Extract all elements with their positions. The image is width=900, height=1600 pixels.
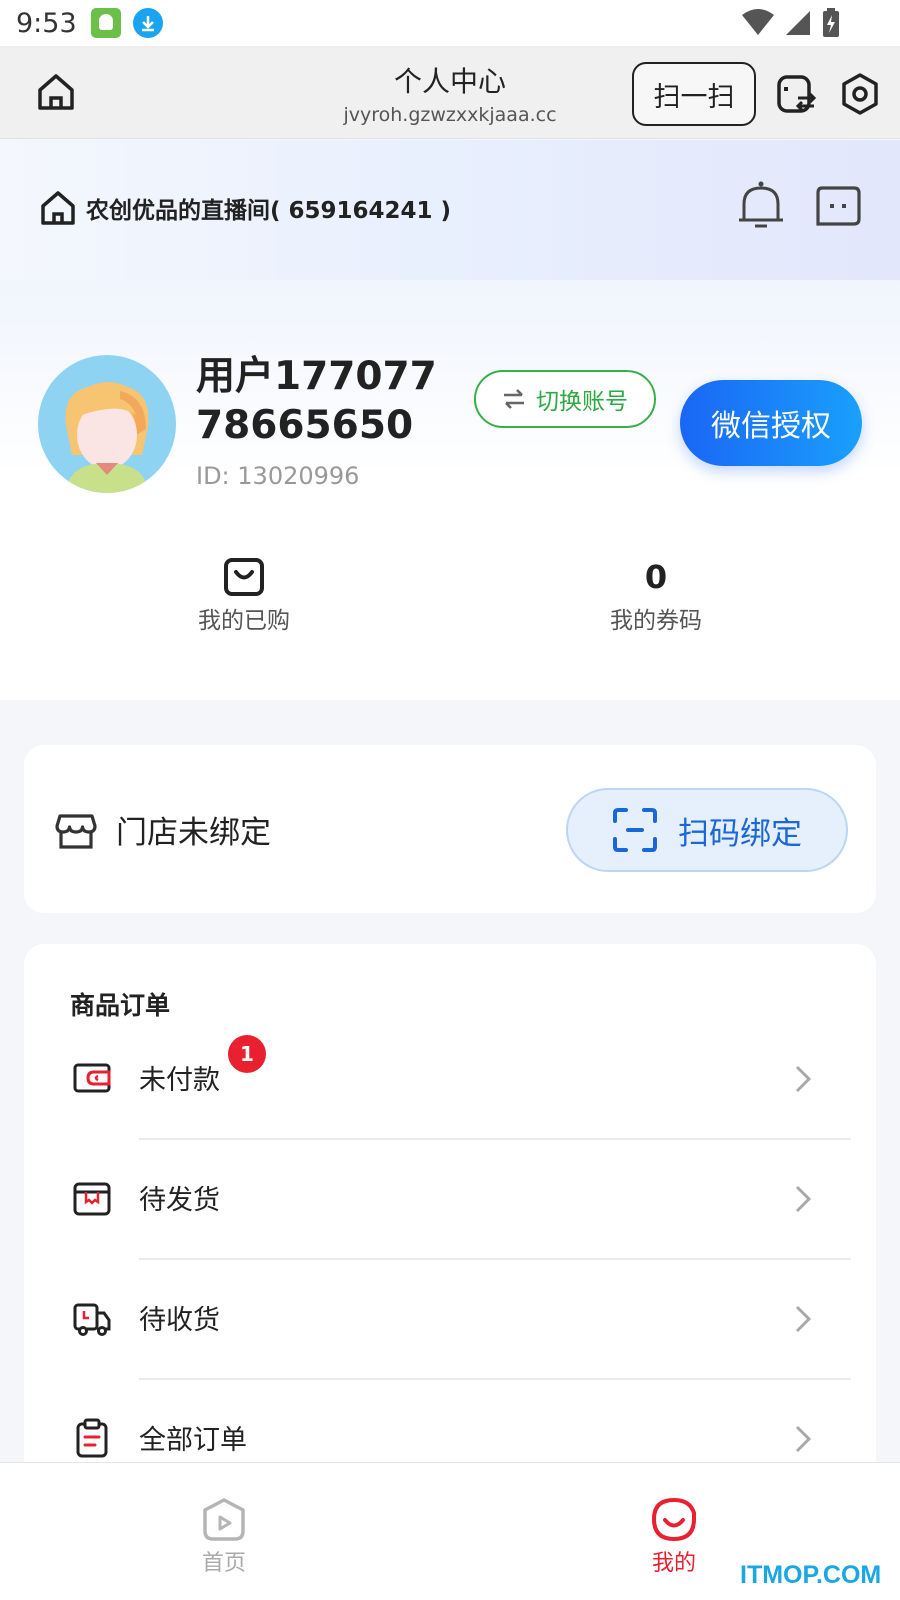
live-room-name: 农创优品的直播间( 659164241 ) — [86, 198, 452, 224]
bell-icon[interactable] — [736, 180, 786, 232]
switch-account-button[interactable]: 切换账号 — [474, 370, 656, 428]
store-binding-card: 门店未绑定 扫码绑定 — [24, 745, 876, 913]
download-icon — [132, 8, 163, 38]
status-time: 9:53 — [16, 7, 77, 39]
avatar[interactable] — [38, 355, 176, 493]
store-status-label: 门店未绑定 — [116, 815, 271, 851]
wechat-auth-button[interactable]: 微信授权 — [680, 380, 862, 466]
switch-app-icon[interactable] — [774, 72, 818, 116]
page-url: jvyroh.gzwzxxkjaaa.cc — [343, 104, 557, 126]
order-row-to-ship[interactable]: 待发货 — [24, 1140, 876, 1260]
shopping-bag-icon — [224, 558, 264, 596]
orders-card: 商品订单 未付款 1 待发货 待收货 全部订单 — [24, 944, 876, 1504]
order-row-unpaid[interactable]: 未付款 1 — [24, 1020, 876, 1140]
play-video-icon — [203, 1498, 245, 1541]
my-coupons-label: 我的券码 — [610, 608, 702, 634]
my-coupons[interactable]: 0 我的券码 — [556, 555, 756, 635]
scan-bind-button[interactable]: 扫码绑定 — [566, 788, 848, 872]
wifi-icon — [742, 9, 774, 35]
my-purchased-label: 我的已购 — [198, 608, 290, 634]
house-icon — [41, 191, 75, 225]
top-nav: 个人中心 jvyroh.gzwzxxkjaaa.cc 扫一扫 — [0, 46, 900, 139]
order-row-label: 未付款 — [139, 1065, 220, 1096]
gear-icon[interactable] — [838, 72, 882, 116]
chevron-right-icon — [795, 1185, 812, 1213]
coupon-count: 0 — [644, 558, 668, 596]
battery-icon — [823, 8, 839, 37]
chevron-right-icon — [795, 1425, 812, 1453]
live-room-link[interactable]: 农创优品的直播间( 659164241 ) — [38, 188, 451, 228]
store-icon — [55, 814, 97, 849]
orders-title: 商品订单 — [70, 991, 171, 1020]
unpaid-count-badge: 1 — [228, 1035, 266, 1073]
status-bar: 9:53 — [0, 0, 900, 46]
my-purchased[interactable]: 我的已购 — [144, 555, 344, 635]
user-id: ID: 13020996 — [196, 462, 360, 490]
wallet-icon — [73, 1063, 111, 1093]
tab-mine-label: 我的 — [651, 1551, 696, 1576]
switch-account-label: 切换账号 — [536, 389, 628, 415]
smile-icon — [651, 1497, 696, 1542]
scan-frame-icon — [613, 808, 657, 852]
username: 用户17707778665650 — [196, 354, 437, 448]
clipboard-icon — [76, 1418, 108, 1458]
tab-home[interactable]: 首页 — [124, 1463, 324, 1600]
truck-icon — [73, 1303, 111, 1336]
order-row-label: 待发货 — [139, 1185, 220, 1216]
signal-icon — [786, 11, 810, 35]
message-icon[interactable] — [814, 184, 862, 228]
scan-bind-label: 扫码绑定 — [678, 815, 802, 852]
swap-icon — [504, 389, 524, 409]
chevron-right-icon — [795, 1305, 812, 1333]
scan-button[interactable]: 扫一扫 — [632, 62, 756, 126]
page-title: 个人中心 — [393, 65, 506, 98]
app-notification-icon — [90, 8, 121, 38]
chevron-right-icon — [795, 1065, 812, 1093]
order-row-label: 待收货 — [139, 1305, 220, 1336]
package-icon — [73, 1182, 111, 1216]
profile-header: 农创优品的直播间( 659164241 ) 用户17707778665650 I… — [0, 140, 900, 700]
order-row-to-receive[interactable]: 待收货 — [24, 1260, 876, 1380]
order-row-label: 全部订单 — [139, 1425, 247, 1456]
status-indicators — [742, 8, 840, 38]
tab-home-label: 首页 — [201, 1551, 246, 1576]
watermark: ITMOP.COM — [740, 1561, 882, 1589]
